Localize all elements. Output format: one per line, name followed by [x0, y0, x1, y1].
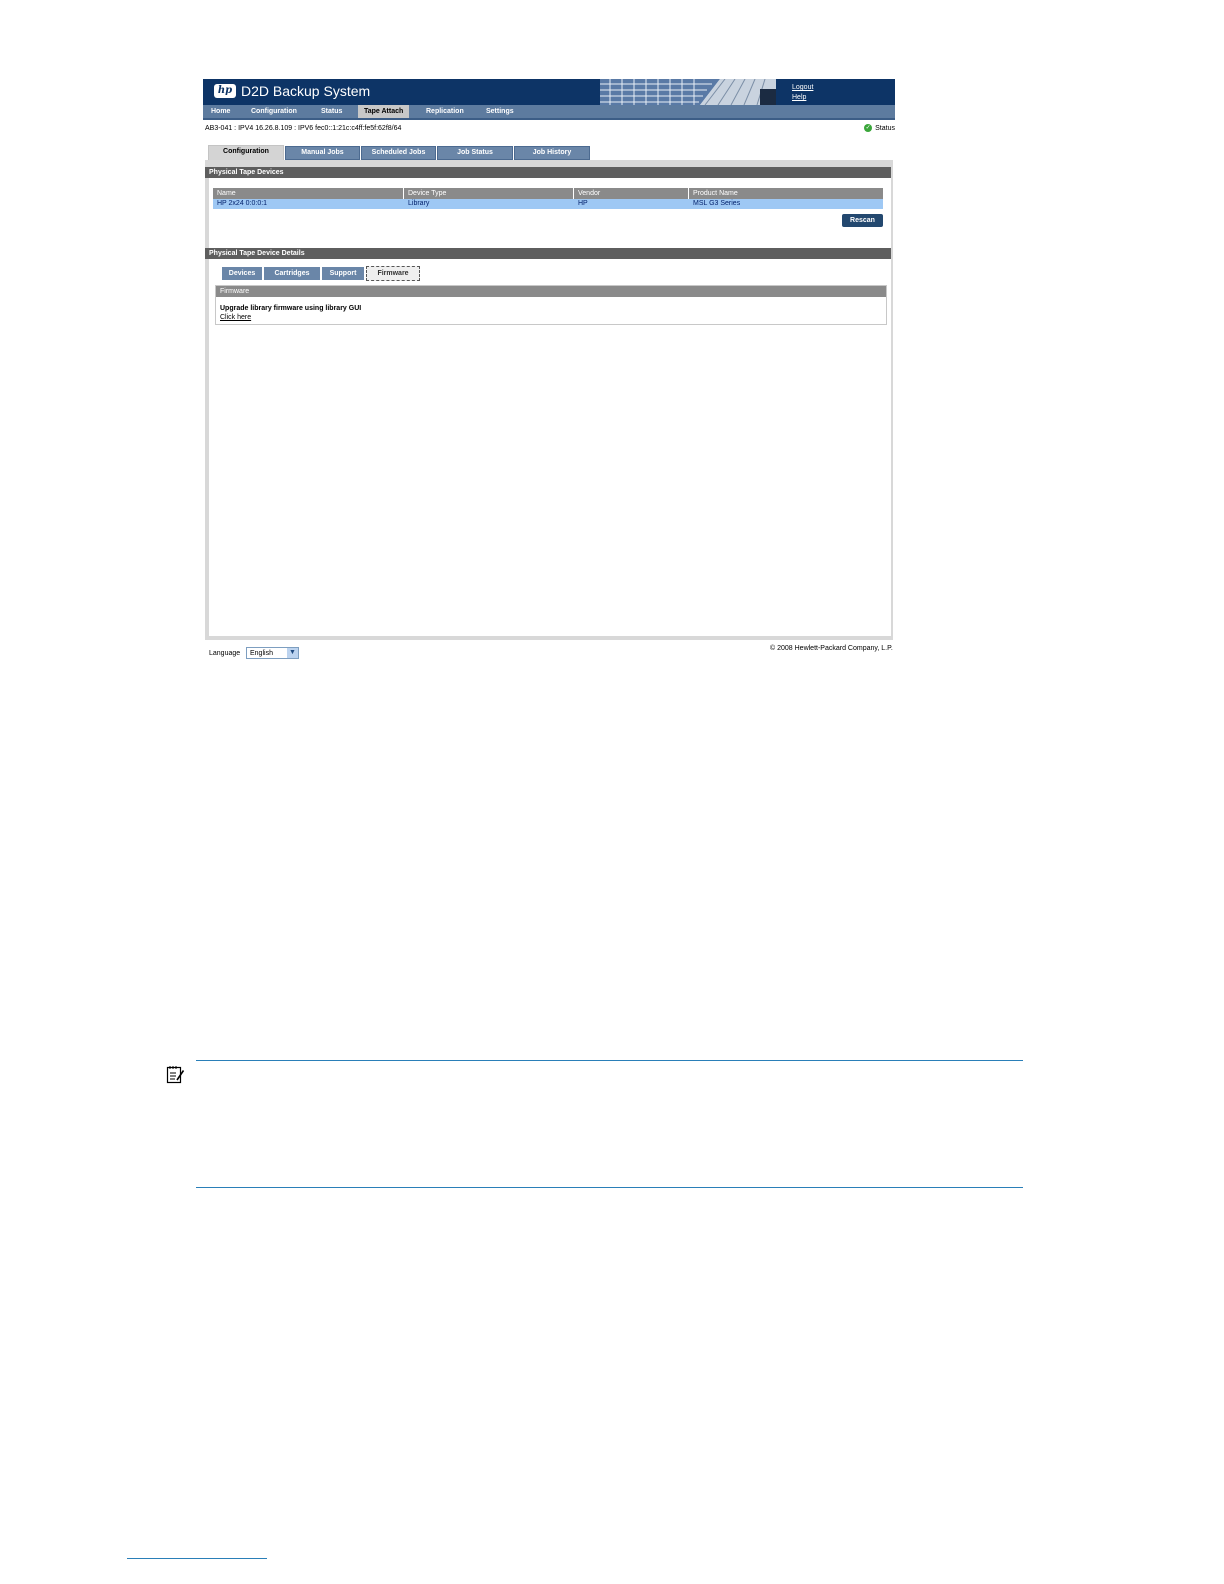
nav-tape-attach[interactable]: Tape Attach [358, 105, 410, 118]
tab-manual-jobs[interactable]: Manual Jobs [285, 146, 360, 160]
tab-scheduled-jobs[interactable]: Scheduled Jobs [361, 146, 436, 160]
subtab-support[interactable]: Support [322, 267, 364, 280]
devices-table-header: Name Device Type Vendor Product Name [213, 188, 883, 199]
nav-home[interactable]: Home [205, 105, 236, 118]
cell-product-name: MSL G3 Series [693, 200, 741, 207]
d2d-screenshot: hp D2D Backup System Logout Help Home Co… [203, 79, 895, 669]
header-links: Logout Help [792, 83, 813, 103]
chevron-down-icon: ▼ [287, 648, 298, 658]
status-label: Status [875, 124, 895, 132]
physical-devices-header: Physical Tape Devices [205, 167, 891, 178]
subtab-devices[interactable]: Devices [222, 267, 262, 280]
subtab-cartridges[interactable]: Cartridges [264, 267, 320, 280]
check-circle-icon: ✓ [864, 124, 873, 132]
note-pad-icon [166, 1065, 185, 1084]
banner-building-image [600, 79, 776, 105]
logout-link[interactable]: Logout [792, 83, 813, 93]
column-header-product-name: Product Name [693, 190, 738, 197]
tab-job-status[interactable]: Job Status [437, 146, 513, 160]
rescan-button[interactable]: Rescan [842, 214, 883, 227]
column-header-device-type: Device Type [404, 188, 574, 199]
language-select[interactable]: English ▼ [246, 647, 299, 659]
column-header-vendor: Vendor [574, 188, 689, 199]
cell-name: HP 2x24 0:0:0:1 [217, 200, 268, 207]
banner: hp D2D Backup System Logout Help [203, 79, 895, 105]
column-header-name: Name [213, 188, 404, 199]
table-row[interactable]: HP 2x24 0:0:0:1 Library HP MSL G3 Series [213, 199, 883, 209]
nav-replication[interactable]: Replication [420, 105, 470, 118]
device-details-header: Physical Tape Device Details [205, 248, 891, 259]
status-indicator[interactable]: ✓ Status [864, 124, 895, 132]
hp-logo: hp [214, 84, 236, 98]
firmware-link[interactable]: Click here [220, 314, 251, 321]
note-bottom-rule [196, 1187, 1023, 1188]
language-label: Language [209, 650, 241, 657]
help-link[interactable]: Help [792, 93, 813, 103]
cell-vendor: HP [578, 200, 588, 207]
language-value: English [250, 650, 273, 657]
copyright: © 2008 Hewlett-Packard Company, L.P. [770, 645, 893, 652]
nav-configuration[interactable]: Configuration [245, 105, 303, 118]
content-panel: Physical Tape Devices Name Device Type V… [205, 160, 893, 640]
firmware-header: Firmware [216, 286, 886, 297]
footer-rule [127, 1558, 267, 1559]
content-inner: Name Device Type Vendor Product Name HP … [209, 178, 891, 636]
subtab-firmware[interactable]: Firmware [366, 266, 420, 281]
main-nav: Home Configuration Status Tape Attach Re… [203, 105, 895, 120]
nav-settings[interactable]: Settings [480, 105, 520, 118]
appliance-address: AB3-041 : IPV4 16.26.8.109 : IPV6 fec0::… [205, 125, 402, 132]
app-title: D2D Backup System [241, 83, 371, 99]
firmware-instruction: Upgrade library firmware using library G… [220, 305, 362, 312]
cell-device-type: Library [408, 200, 430, 207]
tab-job-history[interactable]: Job History [514, 146, 590, 160]
nav-status[interactable]: Status [315, 105, 348, 118]
note-top-rule [196, 1060, 1023, 1061]
firmware-box: Firmware Upgrade library firmware using … [215, 285, 887, 325]
